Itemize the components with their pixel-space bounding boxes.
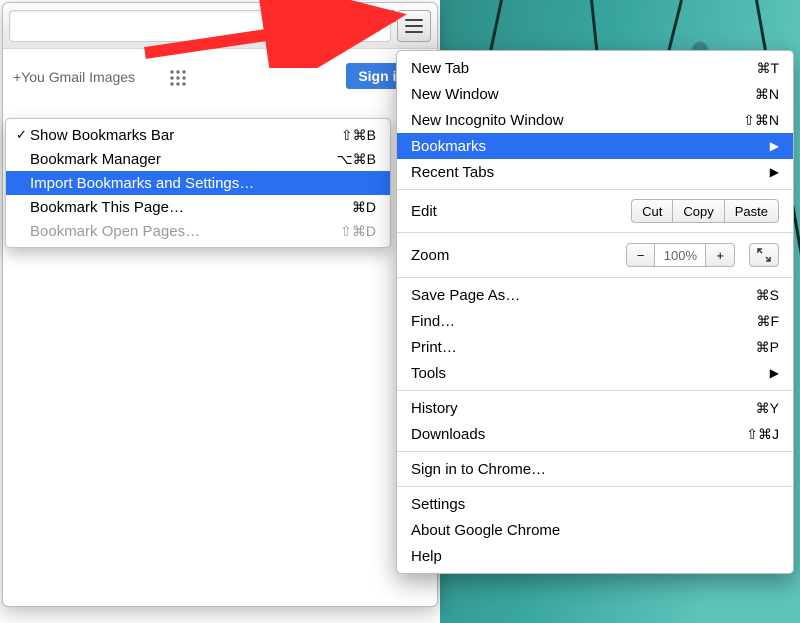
menu-separator <box>397 390 793 391</box>
shortcut-text: ⌘S <box>719 287 779 304</box>
menu-settings[interactable]: Settings <box>397 491 793 517</box>
cut-button[interactable]: Cut <box>631 199 673 223</box>
submenu-item-label: Bookmark Manager <box>30 151 316 168</box>
fullscreen-button[interactable] <box>749 243 779 267</box>
menu-item-label: Recent Tabs <box>411 164 762 181</box>
menu-item-label: Settings <box>411 496 779 513</box>
menu-save-page-as[interactable]: Save Page As… ⌘S <box>397 282 793 308</box>
apps-icon[interactable] <box>169 69 187 87</box>
hamburger-menu-button[interactable] <box>397 10 431 42</box>
menu-sign-in-chrome[interactable]: Sign in to Chrome… <box>397 456 793 482</box>
menu-item-label: Edit <box>411 203 631 220</box>
chevron-right-icon: ▶ <box>770 139 779 153</box>
menu-item-label: Find… <box>411 313 719 330</box>
menu-item-label: Save Page As… <box>411 287 719 304</box>
submenu-item-label: Show Bookmarks Bar <box>30 127 316 144</box>
shortcut-text: ⇧⌘D <box>316 223 376 240</box>
menu-item-label: New Incognito Window <box>411 112 719 129</box>
submenu-item-label: Bookmark This Page… <box>30 199 316 216</box>
menu-separator <box>397 277 793 278</box>
menu-item-label: New Tab <box>411 60 719 77</box>
check-icon: ✓ <box>16 127 30 143</box>
menu-item-label: History <box>411 400 719 417</box>
menu-about[interactable]: About Google Chrome <box>397 517 793 543</box>
menu-edit-row: Edit Cut Copy Paste <box>397 194 793 228</box>
menu-tools[interactable]: Tools ▶ <box>397 360 793 386</box>
address-bar[interactable]: ☆ <box>9 10 391 42</box>
shortcut-text: ⇧⌘B <box>316 127 376 144</box>
bookmarks-submenu: ✓ Show Bookmarks Bar ⇧⌘B Bookmark Manage… <box>5 118 391 248</box>
browser-window: ☆ +You Gmail Images Sign in <box>2 2 438 607</box>
menu-separator <box>397 486 793 487</box>
menu-item-label: Bookmarks <box>411 138 762 155</box>
menu-item-label: Sign in to Chrome… <box>411 461 779 478</box>
menu-item-label: Help <box>411 548 779 565</box>
zoom-out-button[interactable]: − <box>626 243 656 267</box>
menu-item-label: Downloads <box>411 426 719 443</box>
submenu-bookmark-open-pages: Bookmark Open Pages… ⇧⌘D <box>6 219 390 243</box>
shortcut-text: ⌘P <box>719 339 779 356</box>
menu-zoom-row: Zoom − 100% + <box>397 237 793 273</box>
copy-button[interactable]: Copy <box>673 199 724 223</box>
hamburger-menu: New Tab ⌘T New Window ⌘N New Incognito W… <box>396 50 794 574</box>
submenu-item-label: Bookmark Open Pages… <box>30 223 316 240</box>
menu-new-window[interactable]: New Window ⌘N <box>397 81 793 107</box>
fullscreen-icon <box>757 248 771 262</box>
shortcut-text: ⌥⌘B <box>316 151 376 168</box>
menu-item-label: New Window <box>411 86 719 103</box>
shortcut-text: ⌘T <box>719 60 779 77</box>
shortcut-text: ⌘N <box>719 86 779 103</box>
shortcut-text: ⇧⌘N <box>719 112 779 129</box>
submenu-item-label: Import Bookmarks and Settings… <box>30 175 316 192</box>
menu-separator <box>397 451 793 452</box>
star-icon[interactable]: ☆ <box>366 13 384 38</box>
browser-toolbar: ☆ <box>3 3 437 49</box>
menu-new-tab[interactable]: New Tab ⌘T <box>397 55 793 81</box>
menu-separator <box>397 189 793 190</box>
shortcut-text: ⌘D <box>316 199 376 216</box>
menu-history[interactable]: History ⌘Y <box>397 395 793 421</box>
chevron-right-icon: ▶ <box>770 165 779 179</box>
shortcut-text: ⇧⌘J <box>719 426 779 443</box>
menu-item-label: Zoom <box>411 247 626 264</box>
submenu-show-bookmarks-bar[interactable]: ✓ Show Bookmarks Bar ⇧⌘B <box>6 123 390 147</box>
shortcut-text: ⌘F <box>719 313 779 330</box>
menu-print[interactable]: Print… ⌘P <box>397 334 793 360</box>
menu-downloads[interactable]: Downloads ⇧⌘J <box>397 421 793 447</box>
menu-bookmarks[interactable]: Bookmarks ▶ <box>397 133 793 159</box>
menu-separator <box>397 232 793 233</box>
submenu-bookmark-this-page[interactable]: Bookmark This Page… ⌘D <box>6 195 390 219</box>
page-content: +You Gmail Images Sign in <box>3 49 437 107</box>
paste-button[interactable]: Paste <box>725 199 779 223</box>
menu-item-label: About Google Chrome <box>411 522 779 539</box>
menu-item-label: Print… <box>411 339 719 356</box>
shortcut-text: ⌘Y <box>719 400 779 417</box>
menu-item-label: Tools <box>411 365 762 382</box>
zoom-percent: 100% <box>655 243 705 267</box>
submenu-bookmark-manager[interactable]: Bookmark Manager ⌥⌘B <box>6 147 390 171</box>
chevron-right-icon: ▶ <box>770 366 779 380</box>
submenu-import-bookmarks[interactable]: Import Bookmarks and Settings… <box>6 171 390 195</box>
menu-find[interactable]: Find… ⌘F <box>397 308 793 334</box>
google-nav-text: +You Gmail Images <box>13 69 135 85</box>
menu-help[interactable]: Help <box>397 543 793 569</box>
menu-recent-tabs[interactable]: Recent Tabs ▶ <box>397 159 793 185</box>
zoom-in-button[interactable]: + <box>705 243 735 267</box>
menu-new-incognito[interactable]: New Incognito Window ⇧⌘N <box>397 107 793 133</box>
